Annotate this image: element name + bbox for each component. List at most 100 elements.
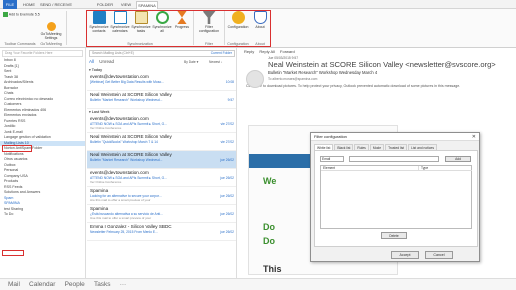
- filter-configuration-button[interactable]: Filter configuration: [196, 11, 222, 33]
- sender-avatar: [246, 70, 264, 88]
- email-body-text: We: [263, 176, 277, 186]
- gotomeeting-settings-button[interactable]: GoToMeeting Settings: [38, 22, 64, 40]
- message-row[interactable]: Spamina Looking for an alternative to sec…: [87, 187, 236, 205]
- folder-list: Inbox 8 Drafts [1] Sent Trash 38 Archivados/…: [0, 58, 85, 218]
- filter-unread[interactable]: Unread: [99, 59, 114, 64]
- tab-folder[interactable]: FOLDER: [95, 1, 115, 9]
- message-row[interactable]: events@devtownstation.com ATTEND NOW ▸ SO…: [87, 115, 236, 133]
- cancel-button[interactable]: Cancel: [425, 251, 453, 259]
- reply-all-button[interactable]: Reply All: [259, 49, 275, 54]
- dialog-panel: Email Add Element Type Delete: [314, 150, 478, 247]
- message-date: 9:57: [227, 98, 234, 102]
- email-body-text: Do: [263, 236, 275, 246]
- delete-button[interactable]: Delete: [381, 232, 407, 239]
- close-icon[interactable]: ✕: [472, 133, 476, 141]
- tasks-sync-icon: [134, 11, 148, 24]
- message-sender: Neal Weinstein at SCORE Silicon Valley: [90, 92, 172, 97]
- sync-contacts-button[interactable]: Synchronize contacts: [89, 11, 109, 33]
- filter-configuration-dialog: Filter configuration ✕ White list Black l…: [310, 132, 480, 262]
- message-row[interactable]: Emma I Gonzalez - Silicon Valley SBDC New…: [87, 223, 236, 241]
- message-date: jue 26/02: [220, 230, 234, 234]
- gotomeeting-group-label: GoToMeeting: [40, 42, 62, 46]
- message-sender: Spamina: [90, 206, 109, 211]
- message-preview: Ver Online Conference: [90, 126, 122, 130]
- message-sender: events@devtownstation.com: [90, 116, 149, 121]
- sync-all-button[interactable]: Synchronize all: [152, 11, 172, 33]
- tab-home[interactable]: HOME: [21, 1, 37, 9]
- accept-button[interactable]: Accept: [391, 251, 419, 259]
- folder-pane: Drag Your Favorite Folders Here Inbox 8D…: [0, 48, 86, 278]
- configuration-label: Configuration: [227, 25, 249, 29]
- sync-contacts-label: Synchronize contacts: [89, 25, 109, 33]
- nav-calendar[interactable]: Calendar: [29, 279, 55, 290]
- sender-name: Neal Weinstein at SCORE Silicon Valley <…: [268, 60, 496, 69]
- ribbon-separator: [224, 11, 225, 45]
- message-date: jue 26/02: [220, 176, 234, 180]
- folder-item[interactable]: To Do: [0, 212, 85, 218]
- current-folder-dropdown[interactable]: Current Folder: [211, 51, 232, 55]
- toolbar-commands-group-label: Toolbar Commands: [4, 42, 36, 46]
- ribbon: Add to Evernote 5.5 GoToMeeting Settings…: [0, 9, 516, 48]
- message-row[interactable]: Spamina ¿Está buscando alternativa a su s…: [87, 205, 236, 223]
- message-subject-line: Bulletin "QuickBooks" Workshop March 7 &…: [90, 140, 158, 144]
- synchronization-group-label: Synchronization: [127, 42, 153, 46]
- sync-tasks-button[interactable]: Synchronize tasks: [131, 11, 151, 33]
- message-row[interactable]: Neal Weinstein at SCORE Silicon Valley Bu…: [87, 91, 236, 109]
- add-to-evernote-button[interactable]: Add to Evernote 5.5: [3, 12, 43, 17]
- message-filter-bar: All Unread By Date ▾ Newest ↓: [89, 58, 235, 66]
- favorites-drop-area[interactable]: Drag Your Favorite Folders Here: [2, 50, 83, 57]
- add-button[interactable]: Add: [445, 156, 471, 162]
- sync-tasks-label: Synchronize tasks: [131, 25, 151, 33]
- calendar-sync-icon: [113, 11, 127, 24]
- message-sender: Neal Weinstein at SCORE Silicon Valley: [90, 134, 172, 139]
- filter-table: Element Type: [320, 165, 472, 229]
- forward-button[interactable]: Forward: [280, 49, 295, 54]
- evernote-icon: [3, 12, 8, 17]
- nav-more[interactable]: ···: [120, 279, 127, 290]
- message-row[interactable]: Neal Weinstein at SCORE Silicon Valley Bu…: [87, 151, 236, 169]
- type-select[interactable]: Email: [320, 156, 344, 162]
- message-sender: Emma I Gonzalez - Silicon Valley SBDC: [90, 224, 172, 229]
- tab-spamina[interactable]: SPAMINA: [136, 1, 158, 9]
- message-sender: Spamina: [90, 188, 109, 193]
- message-subject-line: Newsletter February 25, 2015 From Menlo …: [90, 230, 158, 234]
- download-pictures-infobar[interactable]: Click here to download pictures. To help…: [238, 84, 516, 88]
- message-list: Search Mailing Lists (Ctrl+E) Current Fo…: [87, 48, 237, 278]
- about-button[interactable]: About: [251, 11, 269, 29]
- contacts-sync-icon: [92, 11, 106, 24]
- message-row[interactable]: Neal Weinstein at SCORE Silicon Valley Bu…: [87, 133, 236, 151]
- filter-all[interactable]: All: [89, 59, 94, 64]
- configuration-button[interactable]: Configuration: [226, 11, 250, 29]
- sync-all-icon: [155, 11, 169, 24]
- gotomeeting-icon: [46, 22, 56, 31]
- sort-by-date[interactable]: By Date ▾: [184, 58, 198, 66]
- dialog-title: Filter configuration: [311, 133, 479, 141]
- sync-calendars-button[interactable]: Synchronize calendars: [110, 11, 130, 33]
- nav-tasks[interactable]: Tasks: [94, 279, 111, 290]
- sync-calendars-label: Synchronize calendars: [110, 25, 130, 33]
- hourglass-icon: [177, 11, 187, 24]
- nav-mail[interactable]: Mail: [8, 279, 20, 290]
- reply-button[interactable]: Reply: [244, 49, 254, 54]
- message-row[interactable]: events@devtownstation.com ATTEND NOW ▸ SO…: [87, 169, 236, 187]
- filter-group-label: Filter: [205, 42, 213, 46]
- progress-button[interactable]: Progress: [173, 11, 191, 29]
- message-date: vie 27/02: [220, 140, 234, 144]
- nav-people[interactable]: People: [65, 279, 85, 290]
- tab-file[interactable]: FILE: [3, 0, 17, 9]
- column-header-element[interactable]: Element: [321, 166, 419, 171]
- tab-send-receive[interactable]: SEND / RECEIVE: [40, 1, 72, 9]
- message-preview: Are this mail to offer a smart preview o…: [90, 198, 151, 202]
- column-header-type[interactable]: Type: [419, 166, 472, 171]
- mailing-lists-highlight: [2, 145, 32, 152]
- message-date: jue 26/02: [220, 212, 234, 216]
- email-body-text: Do: [263, 222, 275, 232]
- sort-order[interactable]: Newest ↓: [209, 58, 223, 66]
- message-subject-line: [Webinar] Get Better Big Data Results wi…: [90, 80, 164, 84]
- message-row[interactable]: events@devtownstation.com [Webinar] Get B…: [87, 73, 236, 91]
- element-input[interactable]: [349, 156, 439, 162]
- sync-all-label: Synchronize all: [152, 25, 172, 33]
- message-recipient: To alberto.moraes@spamina.com: [268, 77, 318, 81]
- message-date: 10:08: [225, 80, 234, 84]
- tab-view[interactable]: VIEW: [119, 1, 133, 9]
